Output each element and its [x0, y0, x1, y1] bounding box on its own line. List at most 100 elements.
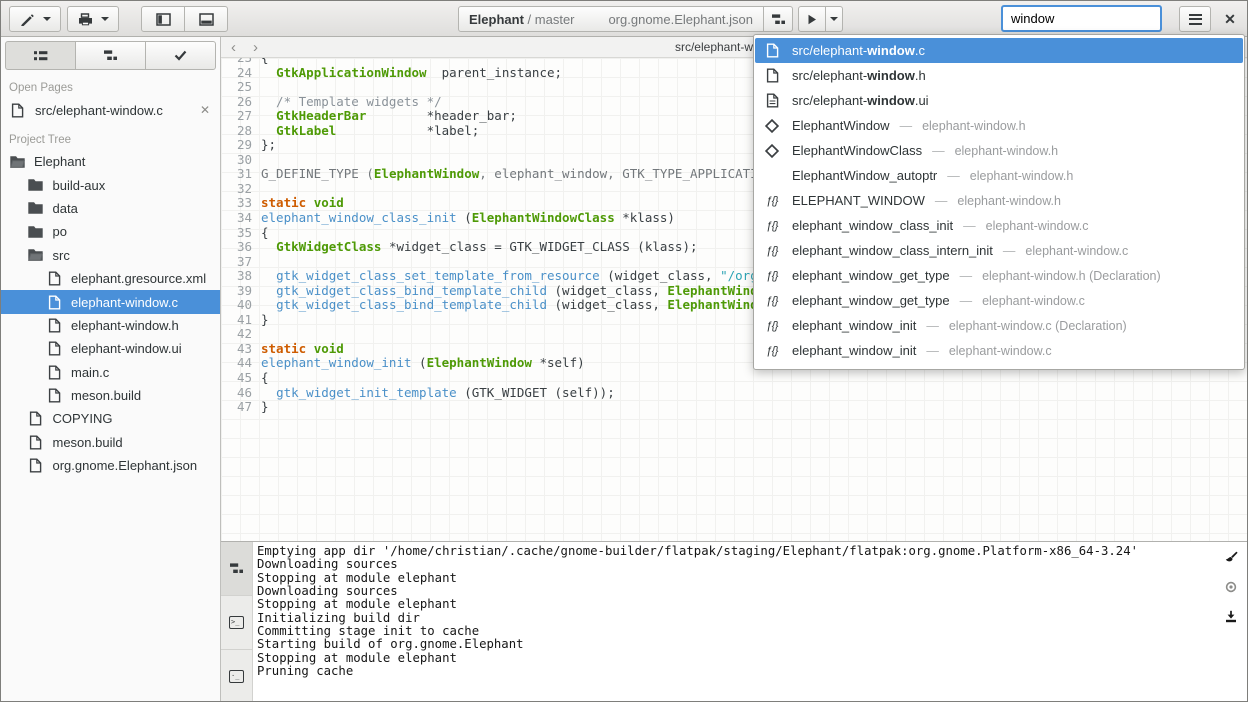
func-icon: ƒ{} — [764, 318, 780, 334]
line-number: 41 — [221, 313, 261, 328]
func-icon: ƒ{} — [764, 293, 780, 309]
result-dash: — — [947, 169, 960, 183]
chevron-down-icon — [101, 17, 109, 21]
project-tree-label: Project Tree — [1, 122, 220, 150]
tree-item-meson-build[interactable]: meson.build — [1, 431, 220, 454]
tree-item-elephant[interactable]: Elephant — [1, 150, 220, 173]
line-number: 31 — [221, 167, 261, 182]
tab-terminal[interactable]: >_ — [221, 596, 252, 650]
line-number: 29 — [221, 138, 261, 153]
toggle-bottom-panel-button[interactable] — [184, 6, 228, 32]
tree-item-elephant-window-c[interactable]: elephant-window.c — [1, 290, 220, 313]
close-page-icon[interactable]: ✕ — [200, 103, 210, 117]
search-result-src-elephant-window-c[interactable]: src/elephant-window.c — [755, 38, 1243, 63]
func-icon: ƒ{} — [764, 193, 780, 209]
search-result-elephant-window-init[interactable]: ƒ{}elephant_window_init—elephant-window.… — [755, 313, 1243, 338]
code-token: gtk_widget_class_bind_template_child — [276, 283, 547, 298]
line-text: GtkLabel *label; — [261, 124, 479, 139]
tree-item-label: main.c — [71, 365, 109, 380]
code-token: gtk_widget_class_set_template_from_resou… — [276, 268, 600, 283]
code-line-46[interactable]: 46 gtk_widget_init_template (GTK_WIDGET … — [221, 386, 1247, 401]
code-token: parent_instance; — [427, 65, 562, 80]
run-button[interactable] — [798, 6, 826, 32]
tree-item-po[interactable]: po — [1, 220, 220, 243]
search-result-elephant-window-init[interactable]: ƒ{}elephant_window_init—elephant-window.… — [755, 338, 1243, 363]
tree-item-label: elephant-window.c — [71, 295, 178, 310]
search-result-src-elephant-window-ui[interactable]: src/elephant-window.ui — [755, 88, 1243, 113]
result-location: elephant-window.h — [957, 194, 1061, 208]
code-line-45[interactable]: 45{ — [221, 371, 1247, 386]
device-dropdown-button[interactable] — [67, 6, 119, 32]
result-name: elephant_window_class_init — [792, 218, 953, 233]
search-result-elephant-window-get-type[interactable]: ƒ{}elephant_window_get_type—elephant-win… — [755, 263, 1243, 288]
search-result-elephant-window-class-init[interactable]: ƒ{}elephant_window_class_init—elephant-w… — [755, 213, 1243, 238]
func-icon: ƒ{} — [764, 218, 780, 234]
file-icon — [28, 458, 44, 474]
search-result-elephant-window[interactable]: ƒ{}ELEPHANT_WINDOW—elephant-window.h — [755, 188, 1243, 213]
omni-bar[interactable]: Elephant / master org.gnome.Elephant.jso… — [458, 6, 764, 32]
build-tree-icon — [770, 11, 786, 27]
run-options-button[interactable] — [825, 6, 843, 32]
tree-item-meson-build[interactable]: meson.build — [1, 384, 220, 407]
menu-button[interactable] — [1179, 6, 1211, 32]
bottom-panel: >_ ·_ Emptying app dir '/home/christian/… — [221, 541, 1247, 701]
code-token: GtkHeaderBar — [276, 108, 366, 123]
tree-item-label: build-aux — [53, 178, 106, 193]
result-dash: — — [900, 119, 913, 133]
code-token: *klass) — [615, 210, 675, 225]
global-search-input[interactable] — [1001, 5, 1162, 32]
build-pipeline-button[interactable] — [763, 6, 793, 32]
result-dash: — — [935, 194, 948, 208]
tree-item-label: elephant-window.ui — [71, 341, 182, 356]
line-text: static void — [261, 196, 344, 211]
tab-build-output[interactable] — [221, 542, 252, 596]
run-button-group — [798, 6, 843, 32]
tab-project-tree[interactable] — [75, 41, 146, 70]
nav-back-icon[interactable]: ‹ — [231, 37, 236, 58]
search-result-elephant-window-class-intern-init[interactable]: ƒ{}elephant_window_class_intern_init—ele… — [755, 238, 1243, 263]
clear-log-button[interactable] — [1223, 550, 1239, 566]
search-result-elephantwindow[interactable]: ElephantWindow—elephant-window.h — [755, 113, 1243, 138]
open-page-item[interactable]: src/elephant-window.c ✕ — [1, 98, 220, 122]
code-line-47[interactable]: 47} — [221, 400, 1247, 415]
code-token: (widget_class, — [600, 268, 720, 283]
build-log[interactable]: Emptying app dir '/home/christian/.cache… — [257, 545, 1217, 701]
code-token: G_DEFINE_TYPE ( — [261, 166, 374, 181]
line-text: static void — [261, 342, 344, 357]
record-icon[interactable] — [1223, 579, 1239, 595]
tree-item-elephant-gresource-xml[interactable]: elephant.gresource.xml — [1, 267, 220, 290]
line-number: 38 — [221, 269, 261, 284]
tree-item-src[interactable]: src — [1, 244, 220, 267]
tree-item-org-gnome-elephant-json[interactable]: org.gnome.Elephant.json — [1, 454, 220, 477]
terminal-icon: >_ — [229, 616, 244, 629]
tab-todo[interactable] — [145, 41, 216, 70]
search-result-src-elephant-window-h[interactable]: src/elephant-window.h — [755, 63, 1243, 88]
tree-item-data[interactable]: data — [1, 197, 220, 220]
tab-runtime-terminal[interactable]: ·_ — [221, 650, 252, 702]
line-text: { — [261, 226, 269, 241]
result-location: elephant-window.c (Declaration) — [949, 319, 1127, 333]
panel-toggle-group — [141, 6, 228, 32]
save-log-button[interactable] — [1223, 608, 1239, 624]
tree-item-elephant-window-h[interactable]: elephant-window.h — [1, 314, 220, 337]
tree-item-build-aux[interactable]: build-aux — [1, 173, 220, 196]
edit-mode-dropdown-button[interactable] — [9, 6, 61, 32]
search-result-elephantwindowclass[interactable]: ElephantWindowClass—elephant-window.h — [755, 138, 1243, 163]
search-result-elephant-window-get-type[interactable]: ƒ{}elephant_window_get_type—elephant-win… — [755, 288, 1243, 313]
sidebar-tab-bar — [5, 41, 216, 70]
result-location: elephant-window.c — [1025, 244, 1128, 258]
tree-item-elephant-window-ui[interactable]: elephant-window.ui — [1, 337, 220, 360]
tree-item-label: COPYING — [53, 411, 113, 426]
window-close-button[interactable]: ✕ — [1219, 9, 1241, 29]
tab-pages[interactable] — [5, 41, 76, 70]
line-text: G_DEFINE_TYPE (ElephantWindow, elephant_… — [261, 167, 833, 182]
tree-item-main-c[interactable]: main.c — [1, 361, 220, 384]
toggle-left-panel-button[interactable] — [141, 6, 185, 32]
line-text: /* Template widgets */ — [261, 95, 442, 110]
tree-item-label: org.gnome.Elephant.json — [53, 458, 198, 473]
nav-forward-icon[interactable]: › — [253, 37, 258, 58]
search-result-elephantwindow-autoptr[interactable]: ElephantWindow_autoptr—elephant-window.h — [755, 163, 1243, 188]
code-token: *widget_class = GTK_WIDGET_CLASS (klass)… — [381, 239, 697, 254]
tree-item-label: src — [53, 248, 70, 263]
tree-item-copying[interactable]: COPYING — [1, 407, 220, 430]
